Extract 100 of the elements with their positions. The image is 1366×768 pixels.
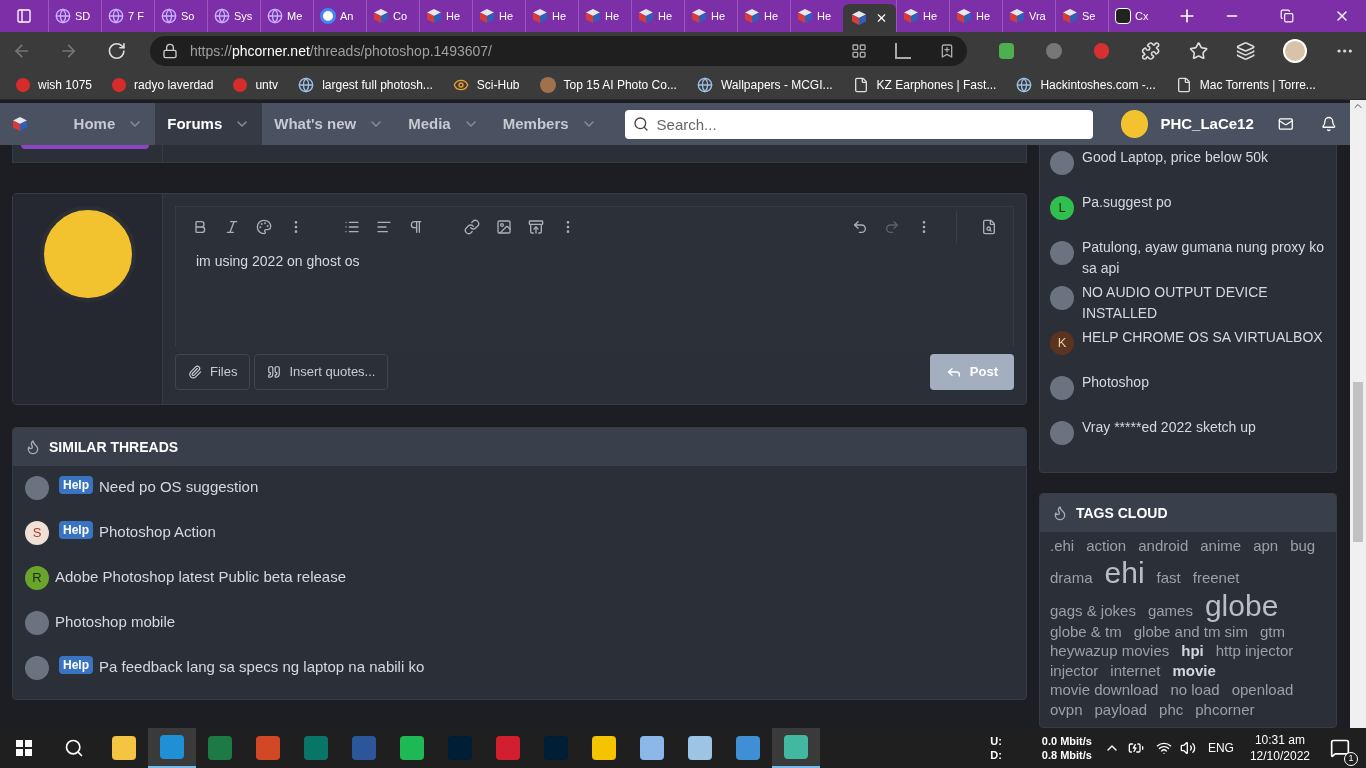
favorite-icon[interactable] [939,43,955,59]
tag-link[interactable]: globe & tm [1050,621,1122,641]
nav-tab[interactable]: What's new [262,103,397,145]
insert-quotes-button[interactable]: Insert quotes... [254,354,389,390]
bookmark-link[interactable]: Sci-Hub [452,75,520,94]
thread-link[interactable]: Need po OS suggestion [99,476,259,499]
editor-box[interactable]: im using 2022 on ghost os [175,206,1014,346]
italic-icon[interactable] [224,219,240,235]
tag-link[interactable]: .ehi [1050,536,1075,556]
nav-tab[interactable]: Members [490,103,609,145]
tag-link[interactable]: action [1086,536,1127,556]
wifi-icon[interactable] [1155,740,1172,756]
thread-link[interactable]: NO AUDIO OUTPUT DEVICE INSTALLED [1082,282,1326,324]
clock-date[interactable]: 12/10/2022 [1249,748,1310,764]
bookmark-link[interactable]: KZ Earphones | Fast... [852,75,997,94]
tag-link[interactable]: movie [1172,660,1216,680]
search-field[interactable]: Search... [624,109,1094,139]
panel-icon[interactable] [16,8,32,24]
nav-tab[interactable]: Forums [155,103,263,145]
insert-icon[interactable] [528,219,544,235]
bookmark-link[interactable]: wish 1075 [16,75,93,94]
profile-avatar[interactable] [1283,39,1307,63]
files-button[interactable]: Files [175,354,251,390]
clock-time[interactable]: 10:31 am [1254,732,1305,748]
link-icon[interactable] [464,219,480,235]
tag-link[interactable]: bug [1290,536,1316,556]
scrollbar[interactable] [1350,100,1366,728]
tag-link[interactable]: ovpn [1050,699,1083,719]
search-icon[interactable] [64,738,84,758]
nav-tab[interactable]: Home [61,103,156,145]
tag-link[interactable]: injector [1050,660,1099,680]
taskbar-button[interactable] [148,728,196,768]
tag-link[interactable]: phc [1159,699,1184,719]
thread-link[interactable]: Photoshop [1082,372,1149,393]
thread-link[interactable]: Adobe Photoshop latest Public beta release [55,566,347,589]
volume-icon[interactable] [1179,740,1196,756]
bookmark-link[interactable]: Hackintoshes.com -... [1016,75,1156,94]
browser-tab[interactable] [843,4,896,32]
battery-icon[interactable] [1127,740,1144,756]
thread-link[interactable]: Pa.suggest po [1082,192,1172,213]
nav-tab[interactable]: Media [396,103,491,145]
taskbar-button[interactable] [772,728,820,768]
preview-icon[interactable] [981,219,997,235]
image-icon[interactable] [496,219,512,235]
undo-icon[interactable] [852,219,868,235]
reload-icon[interactable] [106,41,126,61]
paragraph-icon[interactable] [408,219,424,235]
collections-icon[interactable] [1236,41,1256,61]
thread-link[interactable]: Vray *****ed 2022 sketch up [1082,417,1256,438]
tag-link[interactable]: fast [1156,567,1181,587]
thread-link[interactable]: Pa feedback lang sa specs ng laptop na nabili ko [99,656,425,679]
thread-link[interactable]: HELP CHROME OS SA VIRTUALBOX [1082,327,1323,348]
tag-link[interactable]: internet [1110,660,1161,680]
extensions-icon[interactable] [1141,41,1161,61]
restore-icon[interactable] [1280,9,1294,23]
thread-link[interactable]: Patulong, ayaw gumana nung proxy ko sa api [1082,237,1326,279]
tag-link[interactable]: drama [1050,567,1093,587]
user-avatar[interactable] [1121,110,1149,138]
bookmark-link[interactable]: largest full photosh... [298,75,433,94]
tag-link[interactable]: gags & jokes [1050,600,1136,620]
tag-link[interactable]: http injector [1215,641,1294,661]
bold-icon[interactable] [192,219,208,235]
bookmark-link[interactable]: Mac Torrents | Torre... [1175,75,1316,94]
tag-link[interactable]: globe [1204,588,1279,622]
tag-link[interactable]: openload [1231,680,1294,700]
bookmark-link[interactable]: Wallpapers - MCGI... [696,75,833,94]
favorites-icon[interactable] [1188,41,1208,61]
thread-link[interactable]: Good Laptop, price below 50k [1082,147,1268,168]
tag-link[interactable]: phcorner [1195,699,1255,719]
list-icon[interactable] [344,219,360,235]
username-link[interactable]: PHC_LaCe12 [1160,112,1254,136]
tag-link[interactable]: anime [1200,536,1242,556]
palette-icon[interactable] [256,219,272,235]
bookmark-link[interactable]: untv [233,75,279,94]
tag-link[interactable]: android [1138,536,1189,556]
tag-link[interactable]: gtm [1259,621,1285,641]
language-indicator[interactable]: ENG [1207,739,1234,757]
thread-link[interactable]: Photoshop Action [99,521,216,544]
mail-icon[interactable] [1277,116,1294,132]
grid-icon[interactable] [851,43,867,59]
tag-link[interactable]: movie download [1050,680,1159,700]
bookmark-link[interactable]: radyo laverdad [112,75,214,94]
scrollbar-thumb[interactable] [1353,382,1363,542]
tag-link[interactable]: payload [1094,699,1148,719]
tag-link[interactable]: globe and tm sim [1133,621,1248,641]
tag-link[interactable]: no load [1170,680,1220,700]
notification-icon[interactable] [1330,738,1350,758]
tag-link[interactable]: hpi [1181,641,1204,661]
tag-link[interactable]: heywazup movies [1050,641,1170,661]
bell-icon[interactable] [1321,116,1337,132]
extension-icon[interactable] [999,43,1015,59]
align-icon[interactable] [376,219,392,235]
windows-logo-icon[interactable] [16,740,32,756]
bookmark-link[interactable]: Top 15 AI Photo Co... [539,75,677,94]
address-bar[interactable]: https://phcorner.net/threads/photoshop.1493607/ [149,36,967,66]
tag-link[interactable]: apn [1253,536,1279,556]
tag-link[interactable]: games [1147,600,1193,620]
tag-link[interactable]: ehi [1104,555,1145,589]
tag-link[interactable]: freenet [1192,567,1240,587]
thread-link[interactable]: Photoshop mobile [55,611,176,634]
